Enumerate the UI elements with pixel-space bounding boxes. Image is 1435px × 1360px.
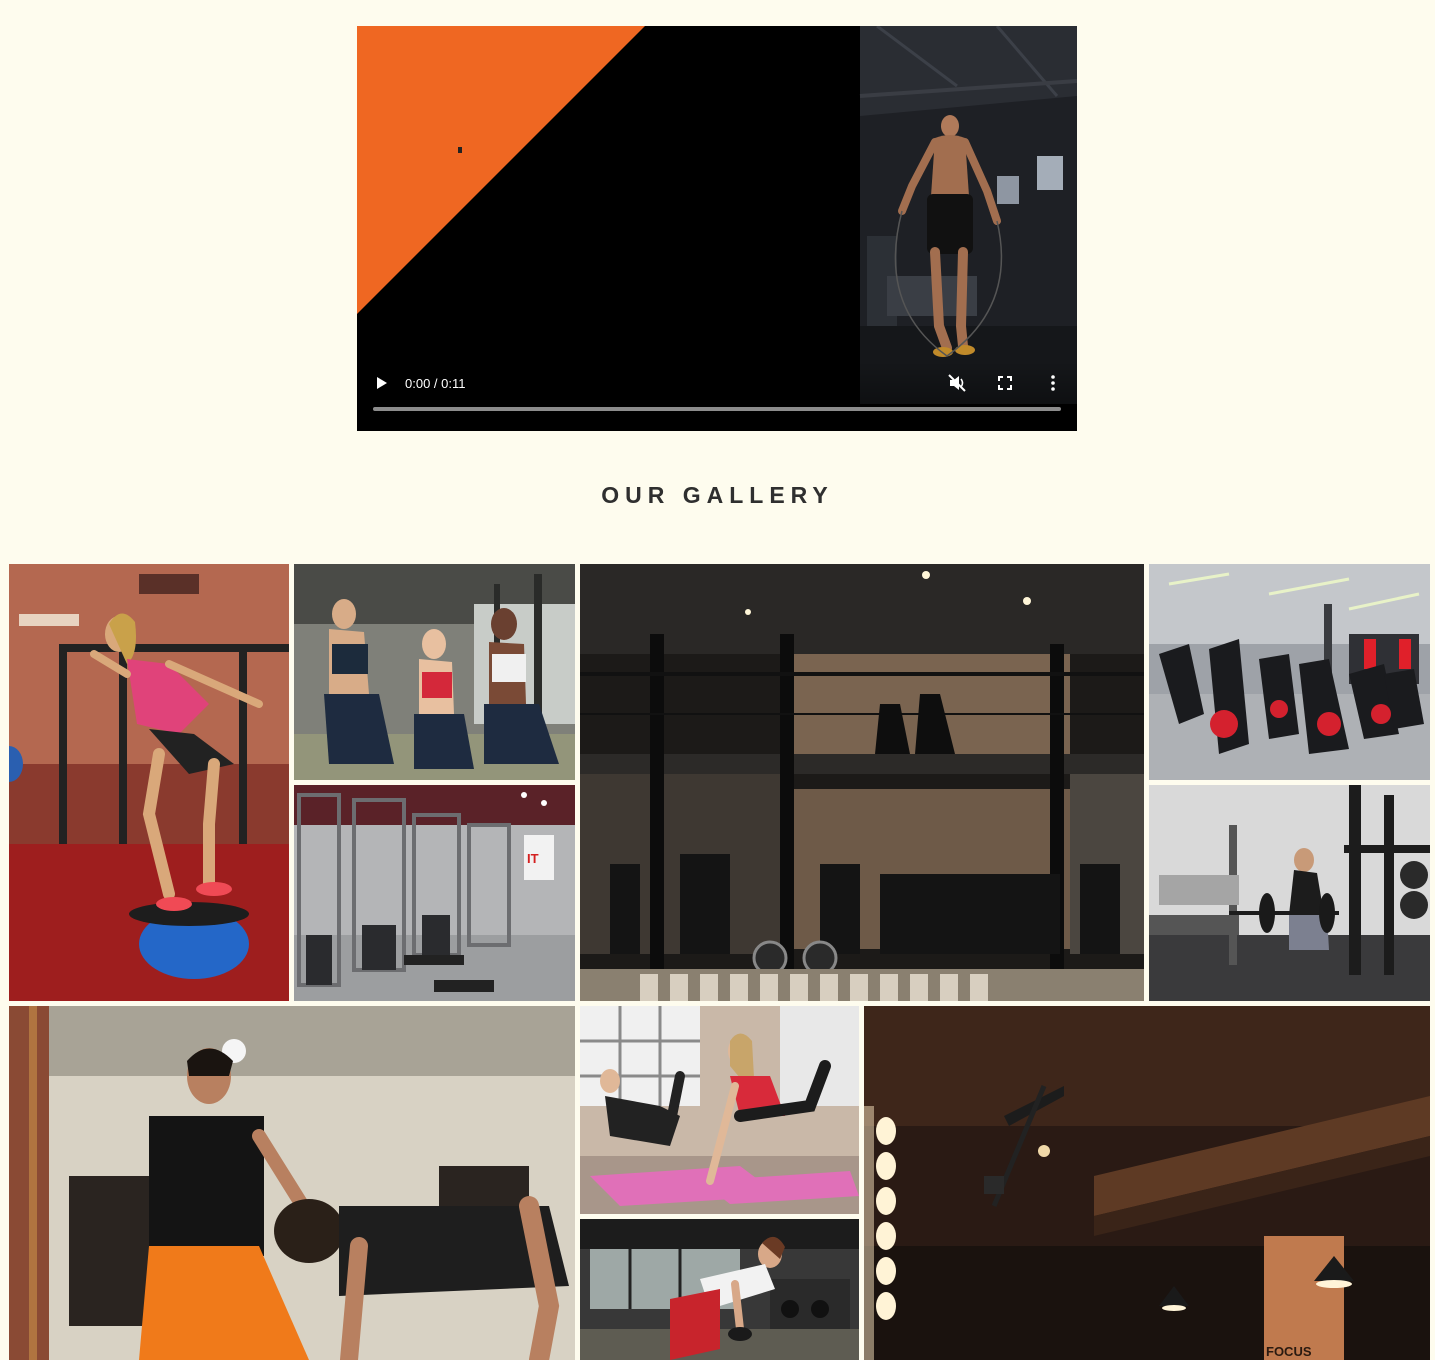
gallery-title: OUR GALLERY <box>601 482 834 508</box>
gallery-photo-image <box>9 1006 575 1360</box>
gallery-photo-image <box>580 1006 859 1214</box>
gallery-photo-image <box>1149 785 1430 1001</box>
gallery-photo-image: FOCUS <box>864 1006 1430 1360</box>
more-vert-icon[interactable] <box>1042 372 1064 394</box>
play-icon[interactable] <box>370 372 392 394</box>
gallery-photo-dumbbell-row[interactable] <box>580 1219 859 1360</box>
gallery-photo-image <box>580 1219 859 1360</box>
gallery-photo-yoga-mats[interactable] <box>580 1006 859 1214</box>
svg-text:IT: IT <box>527 851 539 866</box>
video-controls-bar <box>357 361 1077 431</box>
gallery-photo-spin-bikes[interactable] <box>1149 564 1430 780</box>
gallery-photo-image <box>294 564 575 780</box>
promo-video-player[interactable]: 0:00 / 0:11 <box>357 26 1077 431</box>
fullscreen-icon[interactable] <box>994 372 1016 394</box>
video-time: 0:00 / 0:11 <box>405 376 466 391</box>
gallery-photo-image <box>580 564 1144 1001</box>
video-progress-bar[interactable] <box>373 407 1061 411</box>
gallery-photo-image <box>9 564 289 1001</box>
gallery-photo-image <box>1149 564 1430 780</box>
gallery-photo-balance-ball[interactable] <box>9 564 289 1001</box>
volume-muted-icon[interactable] <box>946 372 968 394</box>
svg-text:FOCUS: FOCUS <box>1266 1344 1312 1359</box>
gallery-photo-gym-mezzanine[interactable] <box>580 564 1144 1001</box>
gallery-photo-trainer-pushup[interactable] <box>9 1006 575 1360</box>
gallery-photo-deadlift[interactable] <box>1149 785 1430 1001</box>
gallery-photo-cable-machines[interactable]: IT <box>294 785 575 1001</box>
gallery-photo-dark-gym-lights[interactable]: FOCUS <box>864 1006 1430 1360</box>
gallery-photo-image: IT <box>294 785 575 1001</box>
gallery-photo-three-women[interactable] <box>294 564 575 780</box>
